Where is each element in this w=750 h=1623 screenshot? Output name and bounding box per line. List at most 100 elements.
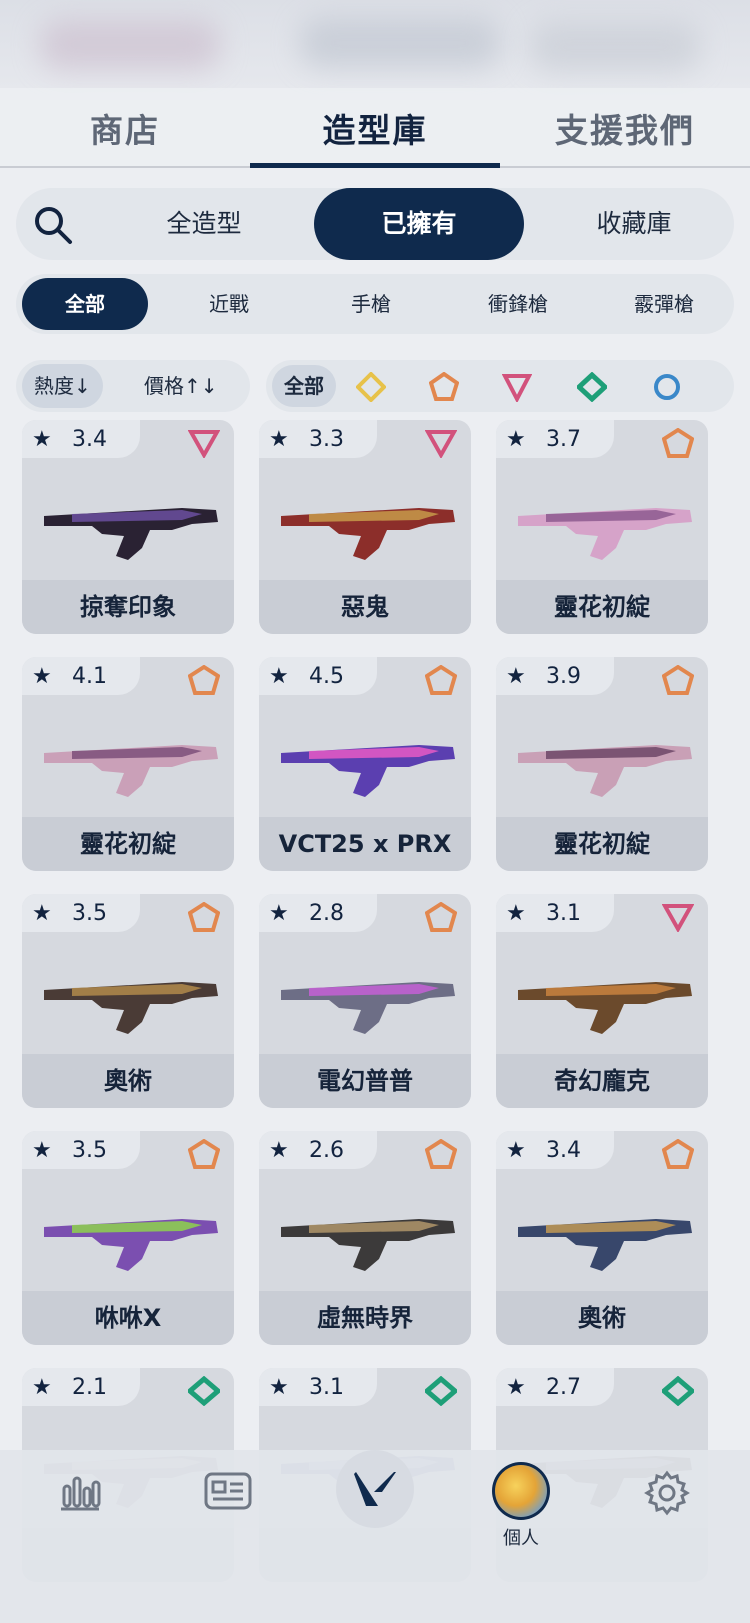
exclusive-tier-icon <box>188 1376 220 1406</box>
skin-name: 掠奪印象 <box>22 580 234 634</box>
skin-card[interactable]: ★ 3.4 掠奪印象 <box>22 420 234 634</box>
class-tab-shotgun[interactable]: 霰彈槍 <box>594 274 734 334</box>
weapon-skin-image <box>281 982 455 1034</box>
tab-all-skins[interactable]: 全造型 <box>116 188 292 260</box>
skin-card[interactable]: ★ 3.5 奧術 <box>22 894 234 1108</box>
skin-card[interactable]: ★ 2.8 電幻普普 <box>259 894 471 1108</box>
rating-badge: ★ 3.5 <box>22 894 140 932</box>
weapon-skin-image <box>44 982 218 1034</box>
rating-badge: ★ 3.9 <box>496 657 614 695</box>
rating-score: 2.1 <box>72 1375 107 1400</box>
rating-score: 2.6 <box>309 1138 344 1163</box>
class-tab-smg[interactable]: 衝鋒槍 <box>448 274 588 334</box>
skin-name: 電幻普普 <box>259 1054 471 1108</box>
rating-badge: ★ 3.5 <box>22 1131 140 1169</box>
exclusive-tier-icon <box>425 1376 457 1406</box>
skin-card[interactable]: ★ 3.5 咻咻X <box>22 1131 234 1345</box>
tab-collection[interactable]: 收藏庫 <box>534 188 734 260</box>
select-icon[interactable] <box>356 372 386 402</box>
weapon-skin-image <box>44 508 218 560</box>
search-icon[interactable] <box>30 202 76 248</box>
premium-icon[interactable] <box>502 372 532 402</box>
skin-card[interactable]: ★ 3.3 惡鬼 <box>259 420 471 634</box>
skin-name: 奇幻龐克 <box>496 1054 708 1108</box>
star-icon: ★ <box>269 664 289 689</box>
star-icon: ★ <box>32 427 52 452</box>
deluxe-tier-icon <box>662 428 694 458</box>
rating-badge: ★ 3.4 <box>496 1131 614 1169</box>
tab-skin-library[interactable]: 造型庫 <box>250 104 500 152</box>
skin-card[interactable]: ★ 3.9 靈花初綻 <box>496 657 708 871</box>
profile-avatar[interactable] <box>492 1462 550 1520</box>
rating-score: 3.4 <box>72 427 107 452</box>
skin-name: 惡鬼 <box>259 580 471 634</box>
rating-score: 4.1 <box>72 664 107 689</box>
rating-score: 3.5 <box>72 1138 107 1163</box>
premium-tier-icon <box>188 430 220 458</box>
active-tab-indicator <box>250 163 500 168</box>
deluxe-tier-icon <box>425 665 457 695</box>
star-icon: ★ <box>269 427 289 452</box>
valorant-logo <box>354 1472 396 1506</box>
rating-badge: ★ 2.7 <box>496 1368 614 1406</box>
skin-name: 靈花初綻 <box>22 817 234 871</box>
stats-icon[interactable] <box>58 1472 102 1512</box>
tab-support-us[interactable]: 支援我們 <box>500 104 750 152</box>
rating-score: 3.3 <box>309 427 344 452</box>
star-icon: ★ <box>269 1138 289 1163</box>
weapon-skin-image <box>518 1219 692 1271</box>
ultra-icon[interactable] <box>652 372 682 402</box>
weapon-skin-image <box>281 508 455 560</box>
skin-name: VCT25 x PRX <box>259 817 471 871</box>
skin-name: 咻咻X <box>22 1291 234 1345</box>
deluxe-tier-icon <box>188 1139 220 1169</box>
tab-owned[interactable]: 已擁有 <box>314 188 524 260</box>
gear-icon[interactable] <box>644 1470 690 1516</box>
skin-card[interactable]: ★ 3.7 靈花初綻 <box>496 420 708 634</box>
profile-label: 個人 <box>503 1528 539 1549</box>
sort-price[interactable]: 價格↑↓ <box>132 364 230 408</box>
home-button[interactable] <box>336 1450 414 1528</box>
deluxe-tier-icon <box>425 902 457 932</box>
deluxe-tier-icon <box>662 1139 694 1169</box>
skin-name: 靈花初綻 <box>496 580 708 634</box>
rating-score: 3.9 <box>546 664 581 689</box>
skin-card[interactable]: ★ 4.1 靈花初綻 <box>22 657 234 871</box>
rating-score: 3.1 <box>546 901 581 926</box>
tab-shop[interactable]: 商店 <box>0 104 250 152</box>
premium-tier-icon <box>662 904 694 932</box>
skin-name: 奧術 <box>496 1291 708 1345</box>
skin-name: 靈花初綻 <box>496 817 708 871</box>
class-tab-all[interactable]: 全部 <box>22 278 148 330</box>
rating-score: 4.5 <box>309 664 344 689</box>
rating-badge: ★ 3.1 <box>259 1368 377 1406</box>
weapon-skin-image <box>518 982 692 1034</box>
skin-card[interactable]: ★ 4.5 VCT25 x PRX <box>259 657 471 871</box>
skin-card[interactable]: ★ 3.4 奧術 <box>496 1131 708 1345</box>
rating-score: 3.4 <box>546 1138 581 1163</box>
premium-tier-icon <box>425 430 457 458</box>
rating-badge: ★ 2.1 <box>22 1368 140 1406</box>
weapon-skin-image <box>518 745 692 797</box>
class-tab-melee[interactable]: 近戰 <box>164 274 294 334</box>
tier-filter-all[interactable]: 全部 <box>272 365 336 407</box>
news-icon[interactable] <box>204 1472 252 1512</box>
star-icon: ★ <box>269 901 289 926</box>
rating-score: 2.8 <box>309 901 344 926</box>
rating-score: 3.1 <box>309 1375 344 1400</box>
sort-popularity[interactable]: 熱度↓ <box>22 364 103 408</box>
exclusive-icon[interactable] <box>577 372 607 402</box>
deluxe-tier-icon <box>425 1139 457 1169</box>
star-icon: ★ <box>506 664 526 689</box>
deluxe-tier-icon <box>662 665 694 695</box>
weapon-skin-image <box>281 1219 455 1271</box>
class-tab-pistol[interactable]: 手槍 <box>306 274 436 334</box>
skin-card[interactable]: ★ 2.6 虛無時界 <box>259 1131 471 1345</box>
skin-name: 虛無時界 <box>259 1291 471 1345</box>
bottom-navigation: 個人 <box>0 1450 750 1623</box>
star-icon: ★ <box>32 901 52 926</box>
skin-card[interactable]: ★ 3.1 奇幻龐克 <box>496 894 708 1108</box>
star-icon: ★ <box>269 1375 289 1400</box>
skin-name: 奧術 <box>22 1054 234 1108</box>
deluxe-icon[interactable] <box>429 372 459 402</box>
